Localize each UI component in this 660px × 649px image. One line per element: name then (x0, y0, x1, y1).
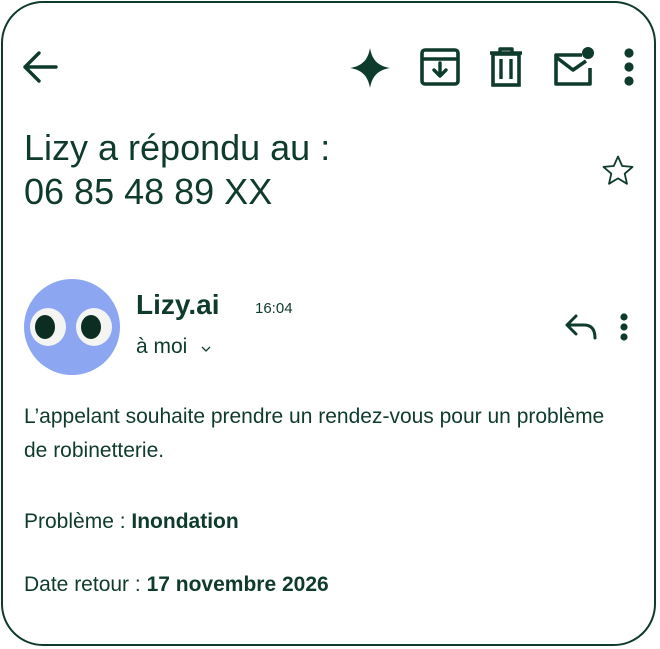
avatar (24, 279, 120, 375)
star-icon[interactable] (601, 154, 635, 188)
field-return-date-value: 17 novembre 2026 (146, 573, 329, 596)
recipient-toggle[interactable]: à moi (136, 334, 211, 360)
email-subject-line2: 06 85 48 89 XX (24, 171, 273, 212)
email-subject-line1: Lizy a répondu au : (24, 127, 331, 168)
mark-unread-icon[interactable] (552, 46, 596, 88)
reply-icon[interactable] (564, 314, 598, 340)
sender-name: Lizy.ai (136, 289, 220, 320)
trash-icon[interactable] (488, 47, 524, 87)
sparkle-icon[interactable] (349, 47, 391, 89)
avatar-eyes-icon (30, 308, 112, 346)
email-time: 16:04 (255, 300, 293, 317)
more-vert-icon[interactable] (623, 48, 635, 86)
email-subject: Lizy a répondu au : 06 85 48 89 XX (24, 126, 330, 214)
field-problem: Problème : Inondation (24, 509, 239, 535)
field-return-date-label: Date retour : (24, 573, 147, 596)
recipient-label: à moi (136, 335, 188, 358)
back-arrow-icon[interactable] (22, 50, 58, 84)
message-more-icon[interactable] (619, 313, 629, 341)
email-body: L’appelant souhaite prendre un rendez-vo… (24, 405, 605, 462)
field-return-date: Date retour : 17 novembre 2026 (24, 572, 329, 598)
field-problem-label: Problème : (24, 510, 132, 533)
archive-icon[interactable] (420, 47, 460, 87)
field-problem-value: Inondation (131, 510, 239, 533)
chevron-down-icon (201, 334, 211, 360)
